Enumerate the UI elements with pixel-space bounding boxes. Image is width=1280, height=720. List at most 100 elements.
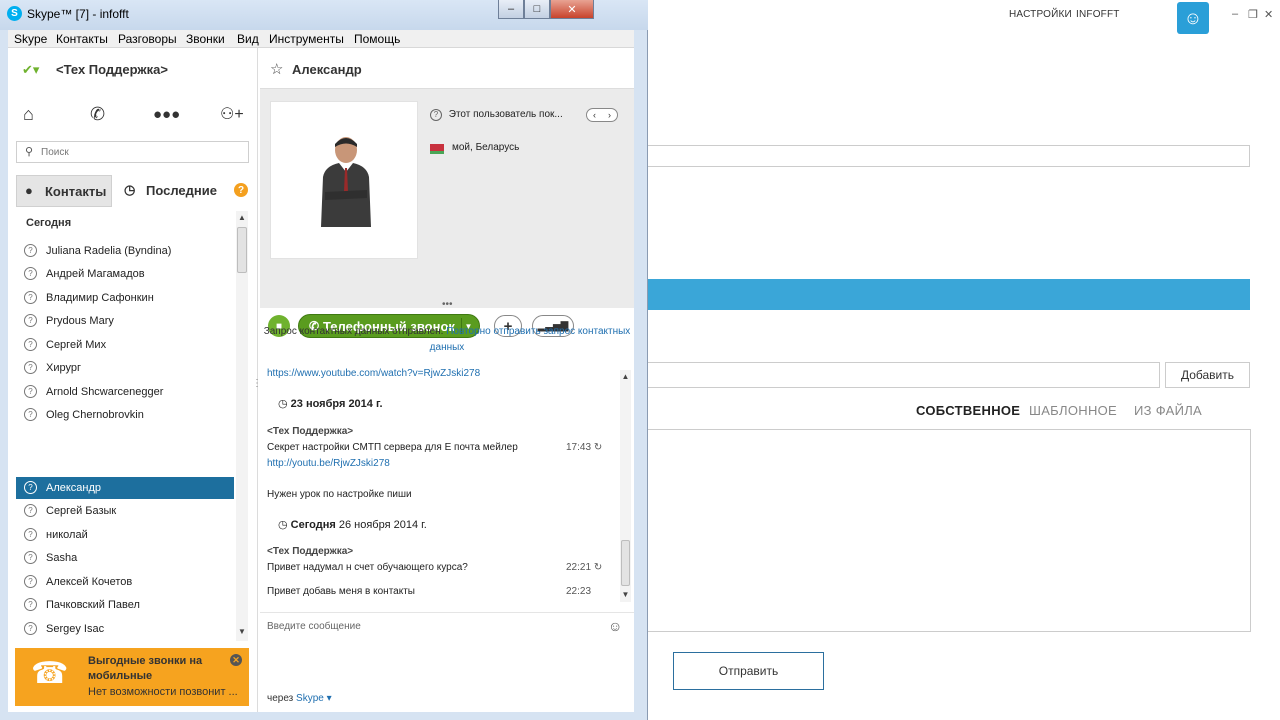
add-button[interactable]: Добавить	[1165, 362, 1250, 388]
scroll-down-icon[interactable]: ▼	[620, 590, 631, 599]
menu-contacts[interactable]: Контакты	[56, 32, 108, 46]
favorite-star-icon[interactable]: ☆	[270, 60, 283, 78]
tab-contacts[interactable]: ● Контакты	[16, 175, 112, 207]
chat-scrollbar[interactable]: ▲ ▼	[620, 370, 631, 602]
date-separator: ◷ Сегодня 26 ноября 2014 г.	[278, 518, 427, 531]
contact-name: николай	[46, 529, 88, 541]
scroll-up-icon[interactable]: ▲	[236, 213, 248, 222]
settings-link[interactable]: НАСТРОЙКИ	[1009, 9, 1072, 20]
text-field[interactable]	[645, 145, 1250, 167]
add-contact-icon[interactable]: ⚇+	[220, 104, 244, 124]
refresh-icon: ↻	[593, 442, 603, 453]
contact-name: Сергей Базык	[46, 505, 117, 517]
search-icon: ⚲	[25, 146, 34, 158]
date-separator: ◷ 23 ноября 2014 г.	[278, 397, 383, 410]
mood-nav[interactable]: ‹ ›	[586, 108, 618, 122]
phone-icon[interactable]: ✆	[90, 104, 105, 125]
message-placeholder: Введите сообщение	[267, 621, 361, 632]
contacts-tabs: ● Контакты ◷ Последние ?	[16, 175, 249, 207]
menu-bar: Skype Контакты Разговоры Звонки Вид Инст…	[8, 30, 634, 48]
message-link[interactable]: http://youtu.be/RjwZJski278	[267, 458, 390, 469]
home-icon[interactable]: ⌂	[23, 104, 34, 125]
message-textarea[interactable]	[645, 429, 1251, 632]
tab-from-file[interactable]: ИЗ ФАЙЛА	[1134, 403, 1202, 418]
menu-conversations[interactable]: Разговоры	[118, 32, 177, 46]
menu-view[interactable]: Вид	[237, 32, 259, 46]
emoticon-icon[interactable]: ☺	[608, 618, 622, 634]
menu-skype[interactable]: Skype	[14, 32, 47, 46]
message-input[interactable]: Введите сообщение ☺	[260, 612, 634, 682]
tab-recent[interactable]: ◷ Последние	[116, 175, 226, 207]
via-service: Skype	[296, 693, 324, 704]
contact-item[interactable]: ? Андрей Магамадов	[16, 263, 234, 285]
contact-name: Sasha	[46, 552, 78, 564]
contact-item-selected[interactable]: ? Александр	[16, 477, 234, 499]
message-sender: <Тех Поддержка>	[267, 426, 354, 437]
scroll-up-icon[interactable]: ▲	[620, 372, 631, 381]
contact-item[interactable]: ? Sasha	[16, 547, 234, 569]
next-icon[interactable]: ›	[608, 110, 611, 120]
contact-name: Пачковский Павел	[46, 599, 140, 611]
contact-status-icon: ?	[24, 291, 37, 304]
contact-item[interactable]: ? николай	[16, 524, 234, 546]
contact-item[interactable]: ? Хирург	[16, 357, 234, 379]
resend-request-link[interactable]: Повторно отправить запрос контактных дан…	[430, 326, 631, 353]
message-sender: <Тех Поддержка>	[267, 546, 354, 557]
promo-title: Выгодные звонки на мобильные	[88, 655, 203, 682]
contact-item[interactable]: ? Сергей Базык	[16, 500, 234, 522]
minimize-icon[interactable]: –	[1232, 8, 1238, 20]
promo-text: Нет возможности позвонит ...	[88, 686, 238, 698]
tab-own[interactable]: СОБСТВЕННОЕ	[916, 403, 1020, 418]
scroll-thumb[interactable]	[621, 540, 630, 586]
menu-help[interactable]: Помощь	[354, 32, 400, 46]
contact-item[interactable]: ? Oleg Chernobrovkin	[16, 404, 234, 426]
menu-calls[interactable]: Звонки	[186, 32, 225, 46]
minimize-button[interactable]: –	[498, 0, 524, 19]
message-text: Секрет настройки СМТП сервера для Е почт…	[267, 442, 518, 453]
tab-template[interactable]: ШАБЛОННОЕ	[1029, 403, 1117, 418]
search-placeholder: Поиск	[41, 147, 69, 158]
clock-icon: ◷	[278, 519, 288, 531]
left-pane: ✔▾ <Тех Поддержка> ⌂ ✆ ●●● ⚇+ ⚲ Поиск ● …	[8, 48, 262, 712]
search-box[interactable]: ⚲ Поиск	[16, 141, 249, 163]
tab-recent-label: Последние	[146, 183, 217, 198]
status-online-icon[interactable]: ✔▾	[22, 62, 39, 77]
profile-panel: ? Этот пользователь пок... ‹ › мой, Белар…	[260, 88, 634, 338]
contact-status-icon: ?	[24, 361, 37, 374]
user-link[interactable]: INFOFFT	[1076, 9, 1120, 20]
promo-banner[interactable]: ☎ Выгодные звонки на мобильные Нет возмо…	[15, 648, 249, 706]
tab-contacts-label: Контакты	[45, 184, 107, 199]
send-via[interactable]: через Skype ▾	[267, 693, 332, 704]
scroll-thumb[interactable]	[237, 227, 247, 273]
restore-icon[interactable]: ❐	[1248, 8, 1258, 21]
close-button[interactable]: ✕	[550, 0, 594, 19]
contact-item[interactable]: ? Arnold Shcwarcenegger	[16, 381, 234, 403]
expand-dots-icon[interactable]: •••	[442, 299, 453, 310]
promo-close-icon[interactable]: ✕	[230, 654, 242, 666]
prev-icon[interactable]: ‹	[593, 110, 596, 120]
scroll-down-icon[interactable]: ▼	[236, 627, 248, 636]
mood-row: ? Этот пользователь пок...	[430, 109, 563, 121]
menu-tools[interactable]: Инструменты	[269, 32, 344, 46]
contact-item[interactable]: ? Сергей Мих	[16, 334, 234, 356]
group-icon[interactable]: ●●●	[153, 106, 180, 123]
contact-item[interactable]: ? Алексей Кочетов	[16, 571, 234, 593]
contact-item[interactable]: ? Juliana Radelia (Byndina)	[16, 240, 234, 262]
location-text: мой, Беларусь	[452, 142, 520, 153]
close-icon[interactable]: ✕	[1264, 8, 1273, 21]
contact-photo	[270, 101, 418, 259]
contact-name: Juliana Radelia (Byndina)	[46, 245, 172, 257]
refresh-icon: ↻	[593, 562, 603, 573]
contact-item[interactable]: ? Владимир Сафонкин	[16, 287, 234, 309]
status-name[interactable]: <Тех Поддержка>	[56, 62, 168, 77]
contact-item[interactable]: ? Prydous Mary	[16, 310, 234, 332]
send-button[interactable]: Отправить	[673, 652, 824, 690]
robot-avatar-icon[interactable]: ☺	[1177, 2, 1209, 34]
message-link[interactable]: https://www.youtube.com/watch?v=RjwZJski…	[267, 368, 480, 379]
add-input[interactable]	[645, 362, 1160, 388]
contact-list: Сегодня ? Juliana Radelia (Byndina) ? Андр…	[16, 211, 234, 641]
contact-item[interactable]: ? Sergey Isac	[16, 618, 234, 640]
contact-list-scrollbar[interactable]: ▲ ▼	[236, 211, 248, 641]
maximize-button[interactable]: □	[524, 0, 550, 19]
contact-item[interactable]: ? Пачковский Павел	[16, 594, 234, 616]
